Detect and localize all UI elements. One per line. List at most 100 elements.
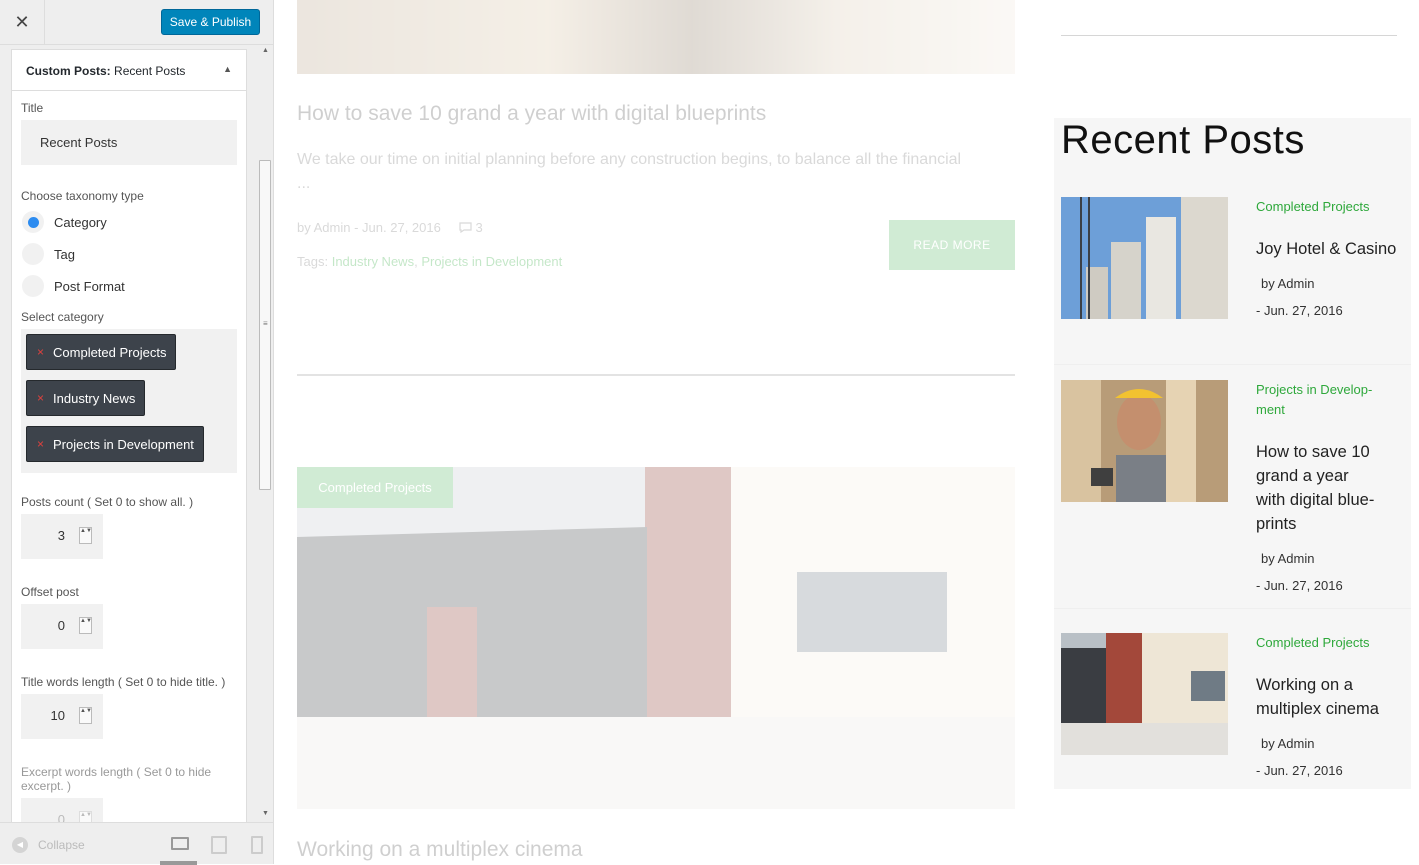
post-excerpt: We take our time on initial planning bef… — [297, 148, 1015, 196]
post-info: Projects in Develop- ment How to save 10… — [1256, 380, 1406, 593]
category-chip[interactable]: × Industry News — [26, 380, 146, 416]
post-category-badge[interactable]: Completed Projects — [297, 467, 453, 508]
radio-label: Tag — [54, 246, 75, 262]
collapse-label: Collapse — [38, 838, 85, 852]
excerpt-words-label: Excerpt words length ( Set 0 to hide exc… — [21, 765, 212, 793]
item-separator — [1054, 608, 1411, 609]
comment-count: 3 — [475, 220, 483, 235]
posts-count-input[interactable]: 3 ▲▼ — [21, 514, 103, 559]
title-input[interactable] — [21, 120, 237, 165]
post-tags: Tags: Industry News, Projects in Develop… — [297, 254, 562, 269]
radio-tag[interactable]: Tag — [22, 238, 237, 270]
radio-post-format[interactable]: Post Format — [22, 270, 237, 302]
post-divider — [297, 374, 1015, 376]
taxonomy-radio-group: Category Tag Post Format — [21, 206, 237, 302]
radio-label: Category — [54, 214, 107, 230]
collapse-button[interactable]: ◀ Collapse — [12, 837, 85, 853]
worker-image — [1061, 380, 1228, 502]
collapse-icon: ◀ — [12, 837, 28, 853]
post-author: by Admin — [1261, 276, 1315, 291]
spinner-icon[interactable]: ▲▼ — [79, 527, 92, 544]
post-category-link[interactable]: Completed Projects — [1256, 197, 1406, 217]
recent-posts-widget: Recent Posts Completed Projects Joy Hote… — [1054, 118, 1411, 789]
close-icon: ✕ — [14, 12, 30, 32]
radio-empty-icon — [22, 243, 44, 265]
excerpt-text: We take our time on initial planning bef… — [297, 151, 962, 168]
post-info: Completed Projects Working on a multiple… — [1256, 633, 1406, 778]
offset-label: Offset post — [21, 585, 79, 599]
building-image — [1061, 633, 1228, 755]
post-thumbnail[interactable] — [1061, 380, 1228, 502]
customizer-header: ✕ Save & Publish — [0, 0, 273, 45]
save-publish-button[interactable]: Save & Publish — [161, 9, 260, 35]
post-author: by Admin — [297, 220, 351, 235]
post-thumbnail[interactable] — [1061, 197, 1228, 319]
read-more-button[interactable]: READ MORE — [889, 220, 1015, 270]
panel-scrollbar[interactable]: ▲ ≡ ▼ — [257, 45, 273, 821]
item-separator — [1054, 364, 1411, 365]
radio-category[interactable]: Category — [22, 206, 237, 238]
remove-icon[interactable]: × — [37, 391, 44, 405]
post-date: - Jun. 27, 2016 — [1256, 303, 1343, 318]
close-customizer-button[interactable]: ✕ — [0, 0, 45, 45]
post-title-link[interactable]: Joy Hotel & Casino — [1256, 237, 1406, 261]
chip-label: Projects in Development — [53, 436, 194, 452]
building-illustration — [297, 467, 1015, 809]
collapse-arrow-icon[interactable]: ▲ — [223, 64, 232, 74]
tag-link[interactable]: Projects in Development — [421, 254, 562, 269]
post-image[interactable] — [297, 0, 1015, 74]
grip-icon: ≡ — [263, 319, 268, 328]
title-words-value: 10 — [50, 708, 65, 723]
title-words-input[interactable]: 10 ▲▼ — [21, 694, 103, 739]
post-date: - Jun. 27, 2016 — [1256, 763, 1343, 778]
post-date: - Jun. 27, 2016 — [354, 220, 441, 235]
tablet-preview-icon[interactable] — [210, 835, 227, 854]
chip-label: Industry News — [53, 390, 136, 406]
category-chip[interactable]: × Completed Projects — [26, 334, 177, 370]
excerpt-more: ... — [297, 175, 311, 192]
post-title[interactable]: How to save 10 grand a year with digital… — [297, 102, 766, 126]
panel-body: Title Choose taxonomy type Category Tag … — [12, 91, 246, 823]
spinner-icon[interactable]: ▲▼ — [79, 617, 92, 634]
taxonomy-label: Choose taxonomy type — [21, 189, 144, 203]
widget-title: Recent Posts — [1061, 118, 1305, 162]
title-words-label: Title words length ( Set 0 to hide title… — [21, 675, 226, 689]
scroll-thumb[interactable]: ≡ — [259, 160, 271, 490]
scroll-up-icon[interactable]: ▲ — [262, 47, 269, 54]
category-multiselect[interactable]: × Completed Projects × Industry News × P… — [21, 329, 237, 473]
category-label: Select category — [21, 310, 104, 324]
site-preview: How to save 10 grand a year with digital… — [274, 0, 1419, 864]
spinner-icon[interactable]: ▲▼ — [79, 707, 92, 724]
post-title-link[interactable]: How to save 10 grand a year with digital… — [1256, 440, 1381, 536]
post-meta: by Admin - Jun. 27, 2016 3 — [297, 220, 483, 235]
posts-count-label: Posts count ( Set 0 to show all. ) — [21, 495, 194, 509]
active-device-indicator — [160, 861, 197, 865]
post-title-link[interactable]: Working on a multiplex cinema — [1256, 673, 1406, 721]
tag-link[interactable]: Industry News — [332, 254, 414, 269]
chip-label: Completed Projects — [53, 344, 167, 360]
silos-image — [1061, 197, 1228, 319]
customizer-sidebar: ✕ Save & Publish Custom Posts: Recent Po… — [0, 0, 274, 865]
post-image[interactable] — [297, 467, 1015, 809]
post-thumbnail[interactable] — [1061, 633, 1228, 755]
offset-input[interactable]: 0 ▲▼ — [21, 604, 103, 649]
category-chip[interactable]: × Projects in Development — [26, 426, 204, 462]
remove-icon[interactable]: × — [37, 437, 44, 451]
post-author: by Admin — [1261, 736, 1315, 751]
desktop-preview-icon[interactable] — [170, 835, 189, 851]
remove-icon[interactable]: × — [37, 345, 44, 359]
offset-value: 0 — [57, 618, 65, 633]
mobile-preview-icon[interactable] — [250, 835, 266, 854]
radio-selected-icon — [22, 211, 44, 233]
post-date: - Jun. 27, 2016 — [1256, 578, 1343, 593]
post-category-link[interactable]: Completed Projects — [1256, 633, 1406, 653]
panel-title[interactable]: Custom Posts: Recent Posts ▲ — [12, 50, 246, 91]
excerpt-words-input[interactable]: 0 ▲▼ — [21, 798, 103, 823]
post-info: Completed Projects Joy Hotel & Casino by… — [1256, 197, 1406, 318]
title-label: Title — [21, 101, 44, 115]
radio-label: Post Format — [54, 278, 125, 294]
post-category-link[interactable]: Projects in Develop- ment — [1256, 380, 1376, 420]
post-title[interactable]: Working on a multiplex cinema — [297, 838, 583, 862]
scroll-down-icon[interactable]: ▼ — [262, 810, 269, 817]
radio-empty-icon — [22, 275, 44, 297]
